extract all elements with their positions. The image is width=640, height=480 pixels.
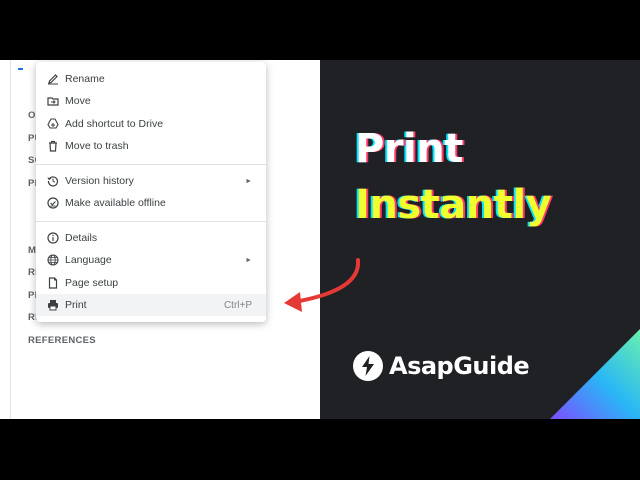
- corner-gradient-decoration: [550, 329, 640, 419]
- letterbox-bottom: [0, 419, 640, 480]
- menu-item-move[interactable]: Move: [36, 90, 266, 112]
- menu-item-label: Page setup: [65, 277, 119, 289]
- menu-item-label: Version history: [65, 175, 134, 187]
- menu-item-rename[interactable]: Rename: [36, 68, 266, 90]
- context-menu: Rename Move Add shortcut to Drive Move t…: [36, 62, 266, 322]
- menu-item-label: Details: [65, 232, 98, 244]
- brand-lockup: AsapGuide: [353, 351, 530, 381]
- headline-line-1: Print: [355, 126, 463, 172]
- menu-item-version-history[interactable]: Version history ►: [36, 170, 266, 192]
- keyboard-shortcut: Ctrl+P: [223, 299, 252, 311]
- letterbox-top: [0, 0, 640, 60]
- menu-item-language[interactable]: Language ►: [36, 249, 266, 271]
- globe-icon: [47, 254, 59, 266]
- menu-item-label: Make available offline: [65, 197, 166, 209]
- info-icon: [47, 232, 59, 244]
- menu-item-page-setup[interactable]: Page setup: [36, 272, 266, 294]
- menu-item-details[interactable]: Details: [36, 227, 266, 249]
- offline-icon: [47, 197, 59, 209]
- pointing-arrow-icon: [284, 258, 361, 312]
- menu-item-add-shortcut[interactable]: Add shortcut to Drive: [36, 113, 266, 135]
- menu-item-label: Move to trash: [65, 140, 129, 152]
- move-icon: [47, 95, 59, 107]
- brand-name: AsapGuide: [389, 352, 530, 380]
- brand-logo-icon: [353, 351, 383, 381]
- rename-icon: [47, 73, 59, 85]
- submenu-arrow-icon: ►: [245, 256, 252, 264]
- page-setup-icon: [47, 277, 59, 289]
- promo-panel: Print Instantly AsapGuide: [320, 60, 640, 419]
- outline-item-references[interactable]: REFERENCES: [28, 335, 96, 346]
- menu-separator: [36, 221, 266, 222]
- menu-item-move-to-trash[interactable]: Move to trash: [36, 135, 266, 157]
- menu-item-label: Move: [65, 95, 91, 107]
- menu-item-print[interactable]: Print Ctrl+P: [36, 294, 266, 316]
- add-shortcut-icon: [47, 118, 59, 130]
- menu-item-make-available-offline[interactable]: Make available offline: [36, 192, 266, 214]
- trash-icon: [47, 140, 59, 152]
- menu-separator: [36, 164, 266, 165]
- headline-line-2: Instantly: [355, 182, 552, 228]
- menu-item-label: Rename: [65, 73, 105, 85]
- outline-marker: [18, 68, 23, 70]
- menu-item-label: Language: [65, 254, 112, 266]
- print-icon: [47, 299, 59, 311]
- version-history-icon: [47, 175, 59, 187]
- submenu-arrow-icon: ►: [245, 177, 252, 185]
- menu-item-label: Add shortcut to Drive: [65, 118, 164, 130]
- menu-item-label: Print: [65, 299, 87, 311]
